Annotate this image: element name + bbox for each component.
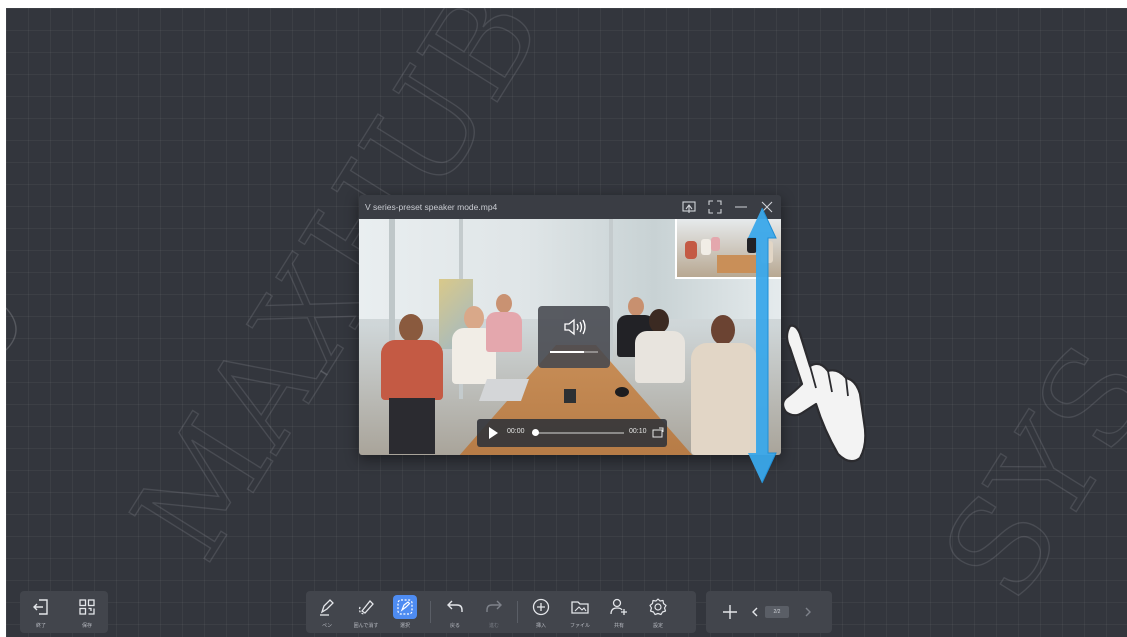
settings-icon [649,598,667,616]
chevron-right-icon[interactable] [803,606,813,618]
toolbar-divider [517,601,518,623]
seek-bar[interactable] [532,429,624,436]
share-icon [610,598,627,615]
page-indicator[interactable]: 2/2 [765,606,789,618]
volume-slider[interactable] [550,351,598,353]
watermark-right: SYS [913,320,1127,624]
brush-icon [358,600,374,615]
file-label: ファイル [569,623,590,629]
select-button[interactable]: 選択 [390,591,420,633]
toolbar-divider [430,601,431,623]
chevron-left-icon[interactable] [750,606,760,618]
undo-icon [447,600,463,612]
current-time: 00:00 [507,428,525,435]
swipe-gesture-overlay [748,208,867,484]
play-icon[interactable] [487,426,499,440]
save-label: 保存 [81,623,92,629]
folder-icon [571,601,589,614]
player-titlebar[interactable]: V series-preset speaker mode.mp4 [359,195,781,219]
volume-popup[interactable] [538,306,610,368]
vertical-arrow-icon [748,208,777,484]
insert-label: 挿入 [535,623,546,629]
exit-button[interactable]: 終了 [26,591,56,633]
save-button[interactable]: 保存 [72,591,102,633]
grid-icon [79,599,95,615]
hand-pointer-icon [781,324,867,463]
pen-button[interactable]: ペン [312,591,342,633]
duration: 00:10 [629,428,647,435]
undo-button[interactable]: 戻る [440,591,470,633]
insert-icon [532,598,550,616]
toolbar-center-group: ペン 囲んで消す 選択 戻る 進む 挿入 ファイル 共有 設定 [306,591,696,633]
toolbar-page-group: 2/2 [706,591,832,633]
popout-icon[interactable] [652,427,664,439]
lasso-erase-button[interactable]: 囲んで消す [351,591,381,633]
select-icon [397,599,413,615]
redo-button[interactable]: 進む [479,591,509,633]
file-button[interactable]: ファイル [565,591,595,633]
share-label: 共有 [613,623,624,629]
redo-icon [486,600,502,612]
pen-icon [320,599,334,616]
video-player-window[interactable]: V series-preset speaker mode.mp4 00:00 0… [359,195,781,455]
speaker-icon [564,318,586,336]
volume-fill [550,351,584,353]
settings-button[interactable]: 設定 [643,591,673,633]
redo-label: 進む [488,623,499,629]
playback-controls[interactable]: 00:00 00:10 [477,419,667,447]
video-frame[interactable]: 00:00 00:10 [359,219,781,455]
select-label: 選択 [399,623,410,629]
share-button[interactable]: 共有 [604,591,634,633]
exit-label: 終了 [35,623,46,629]
lasso-erase-label: 囲んで消す [353,623,379,629]
undo-label: 戻る [449,623,460,629]
whiteboard-canvas[interactable]: MAXHUB SYS V series-preset speaker mode.… [6,8,1127,637]
toolbar-left-group: 終了 保存 [20,591,108,633]
plus-icon[interactable] [720,602,740,622]
insert-button[interactable]: 挿入 [526,591,556,633]
settings-label: 設定 [652,623,663,629]
fullscreen-icon[interactable] [707,199,723,215]
seek-knob[interactable] [532,429,539,436]
pen-label: ペン [321,623,332,629]
exit-icon [33,599,48,615]
video-title: V series-preset speaker mode.mp4 [365,202,498,212]
cast-icon[interactable] [681,199,697,215]
